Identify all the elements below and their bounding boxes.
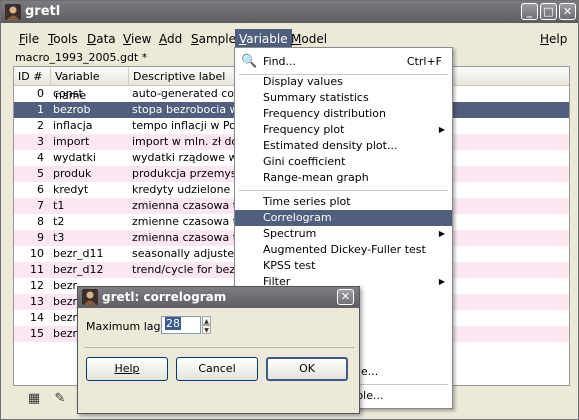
max-lag-label: Maximum lag:: [86, 320, 165, 333]
submenu-arrow-icon: ▶: [438, 125, 445, 134]
menu-item-range-mean[interactable]: Range-mean graph: [235, 170, 452, 186]
menu-tools[interactable]: Tools: [44, 29, 82, 49]
max-lag-input[interactable]: 28: [161, 316, 201, 334]
magnifier-icon: 🔍: [241, 54, 258, 69]
menu-item-density-plot[interactable]: Estimated density plot...: [235, 138, 452, 154]
maximize-button[interactable]: □: [540, 3, 557, 20]
menu-variable[interactable]: Variable: [235, 29, 292, 49]
menu-add[interactable]: Add: [155, 29, 186, 49]
help-button[interactable]: Help: [86, 357, 168, 381]
column-header-id[interactable]: ID #: [14, 67, 51, 86]
dialog-title-bar: gretl: correlogram ✕: [78, 287, 359, 308]
gretl-app-icon: [5, 4, 21, 20]
menu-item-frequency-plot[interactable]: Frequency plot ▶: [235, 122, 452, 138]
spin-down-icon[interactable]: ▼: [202, 325, 211, 334]
menu-item-correlogram[interactable]: Correlogram: [235, 210, 452, 226]
menu-item-kpss-test[interactable]: KPSS test: [235, 258, 452, 274]
submenu-arrow-icon: ▶: [438, 229, 445, 238]
title-bar: gretl _ □ ✕: [1, 1, 578, 23]
menu-model[interactable]: Model: [287, 29, 331, 49]
spin-up-icon[interactable]: ▲: [202, 316, 211, 325]
edit-script-icon[interactable]: ✎: [51, 390, 69, 408]
menu-item-frequency-distribution[interactable]: Frequency distribution: [235, 106, 452, 122]
column-header-name[interactable]: Variable name: [51, 67, 129, 102]
menu-item-adf-test[interactable]: Augmented Dickey-Fuller test: [235, 242, 452, 258]
dialog-title: gretl: correlogram: [102, 290, 227, 304]
menu-help[interactable]: Help: [536, 29, 571, 49]
menu-bar: File Tools Data View Add Sample Variable…: [1, 29, 578, 49]
menu-item-display-values[interactable]: Display values: [235, 74, 452, 90]
menu-item-find[interactable]: 🔍 Find... Ctrl+F: [235, 54, 452, 70]
menu-file[interactable]: File: [15, 29, 43, 49]
max-lag-spinner[interactable]: ▲ ▼: [202, 316, 211, 334]
dataset-filename: macro_1993_2005.gdt *: [15, 51, 148, 64]
cancel-button[interactable]: Cancel: [176, 357, 258, 381]
dialog-separator: [84, 347, 354, 348]
correlogram-dialog: gretl: correlogram ✕ Maximum lag: 28 ▲ ▼…: [77, 286, 360, 414]
menu-sample[interactable]: Sample: [187, 29, 240, 49]
menu-item-spectrum[interactable]: Spectrum ▶: [235, 226, 452, 242]
menu-item-gini[interactable]: Gini coefficient: [235, 154, 452, 170]
menu-item-time-series-plot[interactable]: Time series plot: [235, 194, 452, 210]
submenu-arrow-icon: ▶: [438, 277, 445, 286]
calculator-icon[interactable]: ▦: [25, 390, 43, 408]
window-title: gretl: [25, 4, 61, 19]
ok-button[interactable]: OK: [266, 357, 348, 381]
gretl-app-icon: [82, 289, 98, 305]
minimize-button[interactable]: _: [521, 3, 538, 20]
menu-view[interactable]: View: [119, 29, 155, 49]
menu-data[interactable]: Data: [83, 29, 120, 49]
dialog-close-button[interactable]: ✕: [337, 289, 354, 305]
menu-item-summary-statistics[interactable]: Summary statistics: [235, 90, 452, 106]
close-button[interactable]: ✕: [559, 3, 576, 20]
